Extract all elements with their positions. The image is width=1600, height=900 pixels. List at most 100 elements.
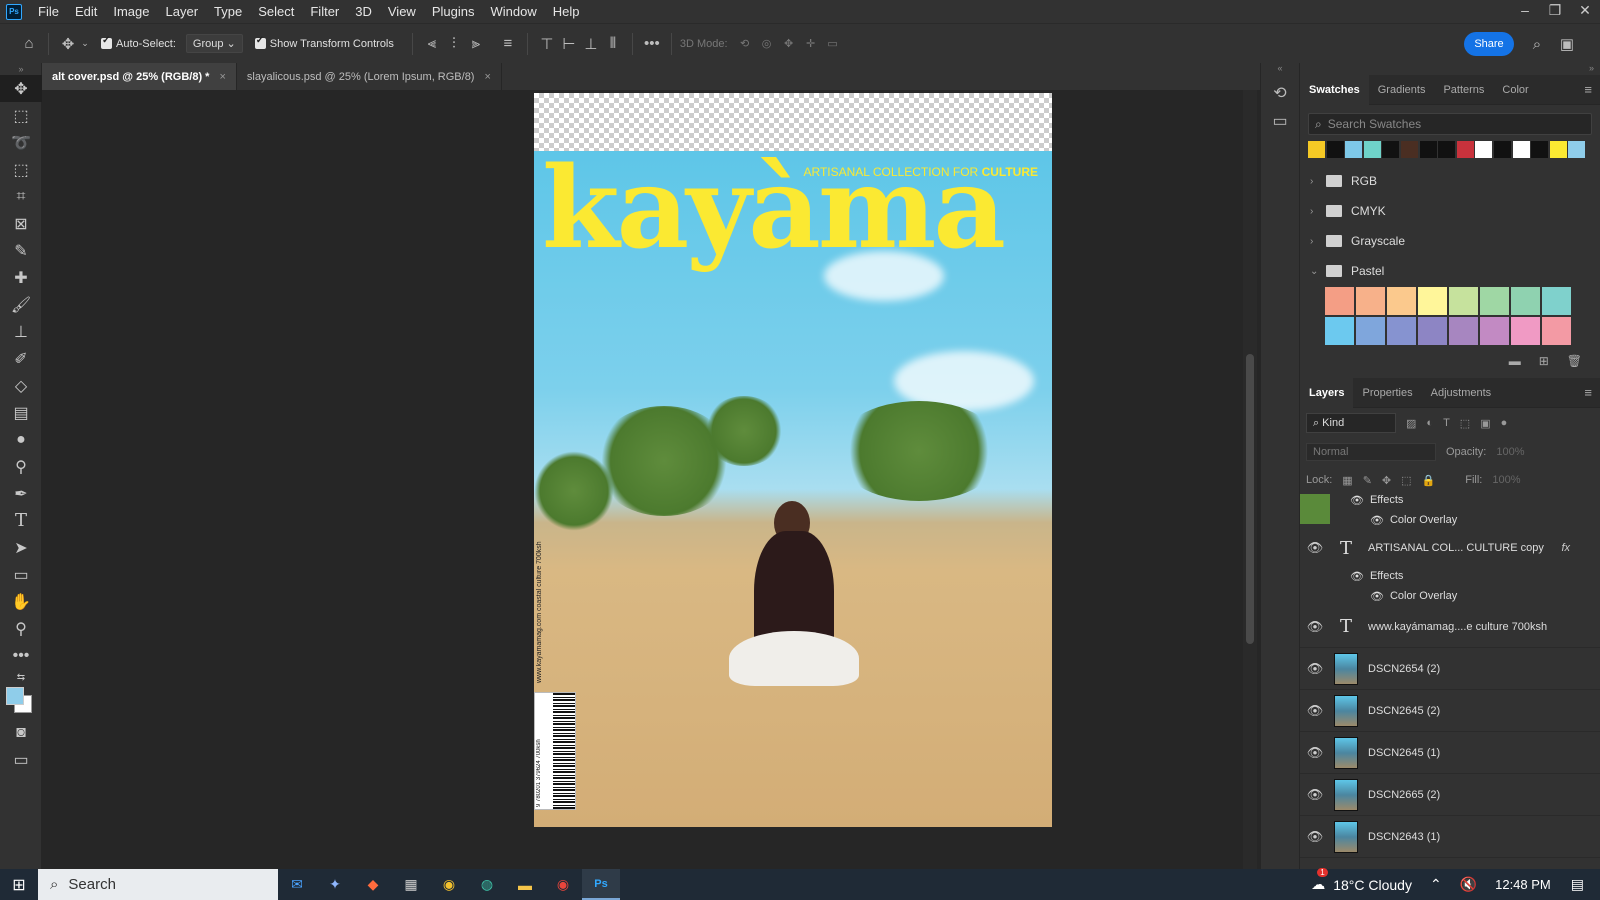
checkbox-checked-icon[interactable]: [101, 35, 112, 49]
swatch-chip[interactable]: [1531, 141, 1549, 158]
swatch-chip[interactable]: [1448, 286, 1479, 316]
eye-icon[interactable]: 👁: [1370, 514, 1384, 527]
clone-stamp-tool-icon[interactable]: ⊥: [0, 318, 42, 345]
3d-roll-icon[interactable]: ◎: [756, 33, 778, 55]
windows-start-icon[interactable]: ⊞: [0, 869, 38, 900]
swatch-chip[interactable]: [1510, 286, 1541, 316]
edit-toolbar-icon[interactable]: •••: [0, 642, 42, 669]
new-swatch-icon[interactable]: ⊞: [1539, 354, 1549, 368]
layer-row[interactable]: 👁 DSCN2645 (1): [1300, 732, 1600, 774]
chrome-profile-app-icon[interactable]: ◉: [544, 869, 582, 900]
layer-row[interactable]: 👁 T ARTISANAL COL... CULTURE copy fx: [1300, 530, 1600, 566]
gradient-tool-icon[interactable]: ▤: [0, 399, 42, 426]
layer-row[interactable]: 👁 T www.kayámamag....e culture 700ksh: [1300, 606, 1600, 648]
swatch-chip[interactable]: [1448, 316, 1479, 346]
layer-row[interactable]: 👁 DSCN2665 (2): [1300, 774, 1600, 816]
move-tool-icon[interactable]: ✥: [0, 75, 42, 102]
healing-brush-tool-icon[interactable]: ✚: [0, 264, 42, 291]
volume-muted-icon[interactable]: 🔇: [1460, 876, 1477, 893]
edge-app-icon[interactable]: ◍: [468, 869, 506, 900]
eye-icon[interactable]: 👁: [1300, 540, 1330, 556]
eye-icon[interactable]: 👁: [1300, 745, 1330, 761]
swatch-chip[interactable]: [1479, 316, 1510, 346]
crop-tool-icon[interactable]: ⌗: [0, 183, 42, 210]
color-overlay-row[interactable]: 👁 Color Overlay: [1300, 586, 1600, 606]
close-tab-icon[interactable]: ×: [219, 71, 225, 83]
store-app-icon[interactable]: ▦: [392, 869, 430, 900]
copilot-app-icon[interactable]: ✦: [316, 869, 354, 900]
eye-icon[interactable]: 👁: [1300, 703, 1330, 719]
filter-pixel-icon[interactable]: ▨: [1406, 417, 1416, 430]
tab-swatches[interactable]: Swatches: [1300, 74, 1369, 105]
swatch-group-grayscale[interactable]: › Grayscale: [1300, 226, 1600, 256]
object-selection-tool-icon[interactable]: ⬚: [0, 156, 42, 183]
lock-pixels-icon[interactable]: ✎: [1363, 474, 1372, 487]
type-tool-icon[interactable]: T: [0, 507, 42, 534]
filter-type-icon[interactable]: T: [1443, 417, 1450, 429]
swatch-chip[interactable]: [1456, 141, 1474, 158]
swatch-chip[interactable]: [1355, 316, 1386, 346]
notifications-icon[interactable]: ▤: [1571, 876, 1584, 893]
eye-icon[interactable]: 👁: [1350, 494, 1364, 507]
menu-image[interactable]: Image: [105, 0, 157, 23]
align-top-icon[interactable]: ⊤: [536, 33, 558, 55]
photoshop-app-icon[interactable]: Ps: [582, 869, 620, 900]
blend-mode-dropdown[interactable]: Normal: [1306, 443, 1436, 461]
eye-icon[interactable]: 👁: [1300, 787, 1330, 803]
layer-name[interactable]: DSCN2645 (1): [1368, 747, 1440, 759]
swatch-group-pastel[interactable]: ⌄ Pastel: [1300, 256, 1600, 286]
brush-tool-icon[interactable]: 🖌: [0, 291, 42, 318]
eraser-tool-icon[interactable]: ◇: [0, 372, 42, 399]
pen-tool-icon[interactable]: ✒: [0, 480, 42, 507]
align-left-icon[interactable]: ⫷: [421, 33, 443, 55]
swatch-chip[interactable]: [1326, 141, 1344, 158]
auto-select-dropdown[interactable]: Group ⌄: [185, 34, 243, 53]
share-button[interactable]: Share: [1464, 32, 1514, 56]
swatch-chip[interactable]: [1400, 141, 1418, 158]
layer-name[interactable]: DSCN2665 (2): [1368, 789, 1440, 801]
tab-patterns[interactable]: Patterns: [1434, 75, 1493, 105]
fill-value[interactable]: 100%: [1492, 474, 1520, 486]
opacity-value[interactable]: 100%: [1496, 446, 1524, 458]
lasso-tool-icon[interactable]: ➰: [0, 129, 42, 156]
marquee-tool-icon[interactable]: ⬚: [0, 102, 42, 129]
transform-controls-checkbox[interactable]: Show Transform Controls: [254, 35, 394, 50]
menu-edit[interactable]: Edit: [67, 0, 105, 23]
panel-menu-icon[interactable]: ≡: [1584, 82, 1592, 97]
chrome-app-icon[interactable]: ◉: [430, 869, 468, 900]
lock-artboard-icon[interactable]: ⬚: [1401, 474, 1411, 487]
workspace-icon[interactable]: ▣: [1556, 33, 1578, 55]
swatch-chip[interactable]: [1324, 286, 1355, 316]
weather-text[interactable]: 18°C Cloudy: [1333, 877, 1412, 893]
menu-file[interactable]: File: [30, 0, 67, 23]
minimize-icon[interactable]: –: [1510, 0, 1540, 20]
swatch-chip[interactable]: [1345, 141, 1363, 158]
home-icon[interactable]: ⌂: [18, 33, 40, 55]
swatch-group-rgb[interactable]: › RGB: [1300, 166, 1600, 196]
swatch-chip[interactable]: [1363, 141, 1381, 158]
eye-icon[interactable]: 👁: [1300, 619, 1330, 635]
dodge-tool-icon[interactable]: ⚲: [0, 453, 42, 480]
search-icon[interactable]: ⌕: [1526, 33, 1548, 55]
eye-icon[interactable]: 👁: [1350, 570, 1364, 583]
layer-name[interactable]: ARTISANAL COL... CULTURE copy: [1368, 542, 1544, 554]
filter-adjustment-icon[interactable]: ◐: [1426, 417, 1433, 429]
layer-name[interactable]: www.kayámamag....e culture 700ksh: [1368, 621, 1547, 633]
layer-row[interactable]: 👁 DSCN2645 (2): [1300, 690, 1600, 732]
taskbar-search[interactable]: ⌕ Search: [38, 869, 278, 900]
mail-app-icon[interactable]: ✉: [278, 869, 316, 900]
align-center-icon[interactable]: ⫶: [443, 33, 465, 55]
menu-help[interactable]: Help: [545, 0, 588, 23]
layer-name[interactable]: DSCN2645 (2): [1368, 705, 1440, 717]
filter-smart-object-icon[interactable]: ▣: [1480, 417, 1490, 430]
weather-icon[interactable]: ☁ 1: [1311, 868, 1328, 893]
swatch-chip[interactable]: [1382, 141, 1400, 158]
kind-filter-dropdown[interactable]: ⌕ Kind: [1306, 413, 1396, 433]
more-options-icon[interactable]: •••: [641, 33, 663, 55]
swatch-chip[interactable]: [1438, 141, 1456, 158]
menu-plugins[interactable]: Plugins: [424, 0, 483, 23]
swatch-chip[interactable]: [1493, 141, 1511, 158]
swatch-group-cmyk[interactable]: › CMYK: [1300, 196, 1600, 226]
panel-menu-icon[interactable]: ≡: [1584, 385, 1592, 400]
frame-tool-icon[interactable]: ⊠: [0, 210, 42, 237]
